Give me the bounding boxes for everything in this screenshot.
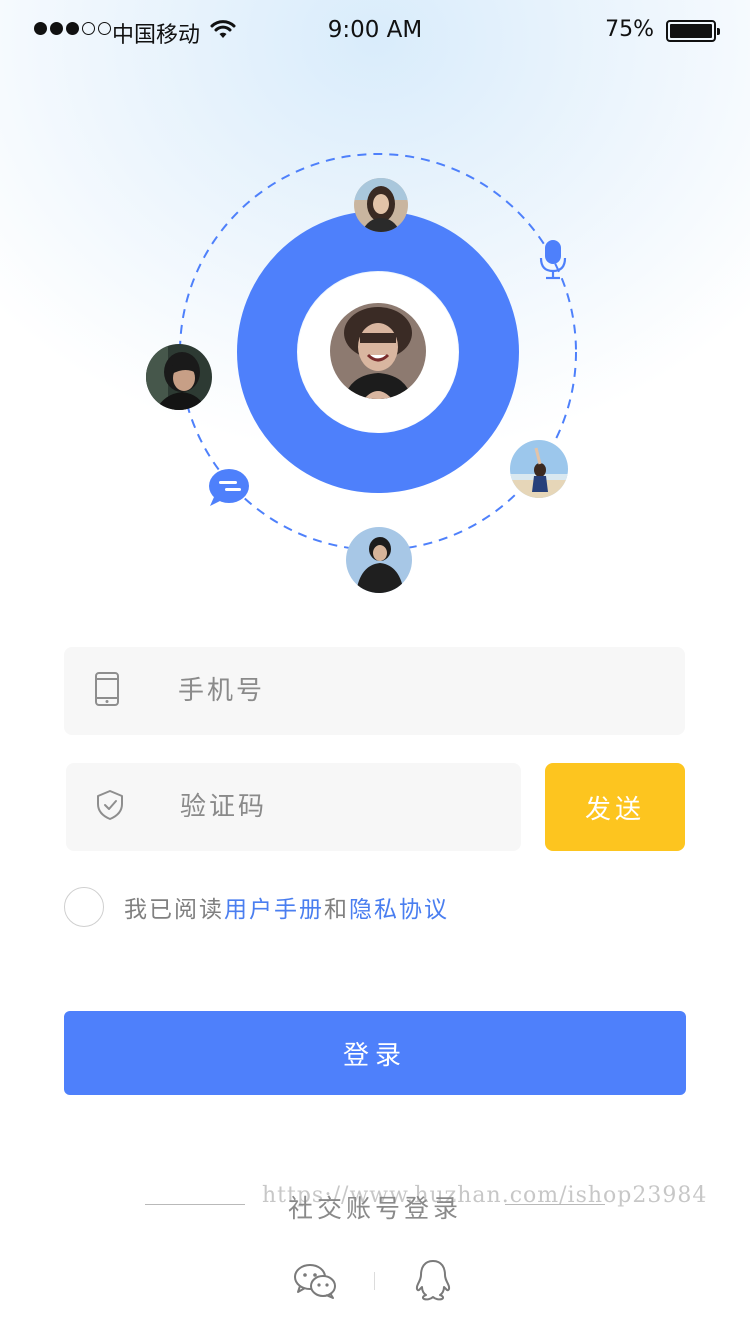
send-code-button[interactable]: 发送 (545, 763, 685, 851)
hero-illustration (0, 120, 750, 620)
phone-field[interactable] (64, 647, 685, 735)
phone-input[interactable] (178, 647, 551, 735)
battery-percent: 75% (605, 17, 654, 42)
agreement-row: 我已阅读用户手册和隐私协议 (64, 887, 449, 927)
avatar-left (146, 344, 212, 410)
microphone-icon (538, 238, 568, 284)
qq-icon[interactable] (414, 1258, 452, 1306)
social-divider (374, 1272, 375, 1290)
agreement-conjunction: 和 (324, 897, 349, 923)
battery-icon (666, 20, 720, 42)
social-icons-row (0, 1258, 750, 1302)
avatar-right (510, 440, 568, 498)
status-bar: 中国移动 9:00 AM 75% (0, 0, 750, 64)
user-manual-link[interactable]: 用户手册 (224, 897, 324, 923)
agreement-checkbox[interactable] (64, 887, 104, 927)
phone-icon (94, 671, 120, 711)
avatar-top (354, 178, 408, 232)
agreement-text: 我已阅读用户手册和隐私协议 (124, 890, 449, 924)
chat-bubble-icon (208, 469, 250, 511)
shield-check-icon (96, 789, 124, 825)
avatar-center (330, 303, 426, 399)
privacy-policy-link[interactable]: 隐私协议 (349, 897, 449, 923)
wechat-icon[interactable] (293, 1262, 337, 1304)
code-field[interactable] (66, 763, 521, 851)
login-button[interactable]: 登录 (64, 1011, 686, 1095)
code-input[interactable] (180, 763, 453, 851)
watermark-text: https://www.huzhan.com/ishop23984 (262, 1183, 708, 1208)
avatar-bottom (346, 527, 412, 593)
agreement-prefix: 我已阅读 (124, 897, 224, 923)
